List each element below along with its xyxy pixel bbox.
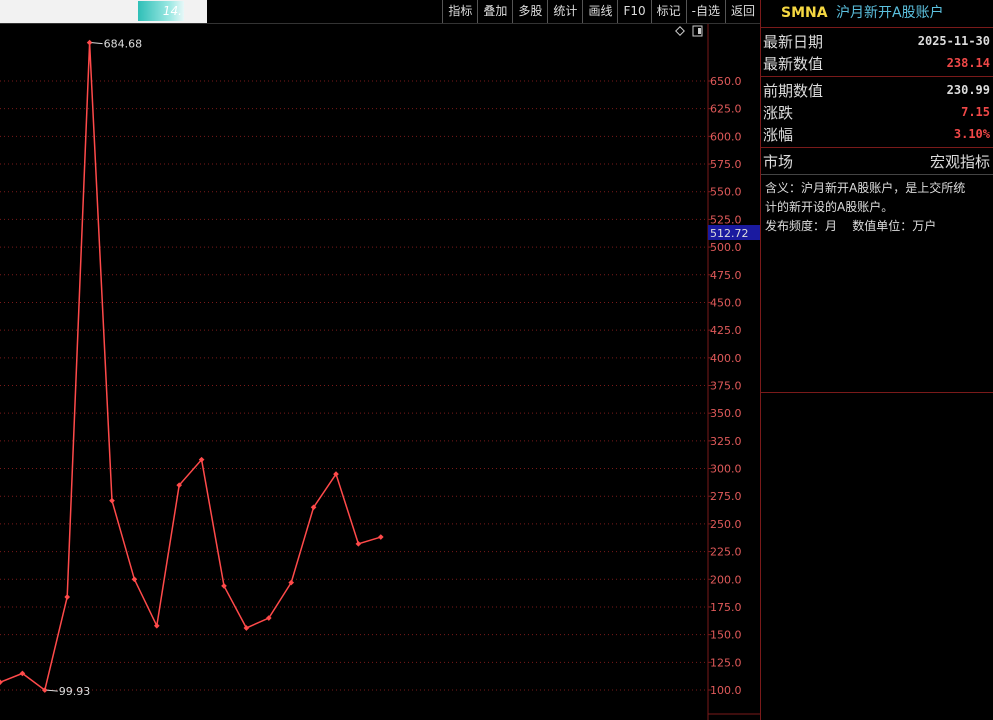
indicator-button[interactable]: 指标: [442, 0, 477, 23]
panel-toggle-icon-inner: [698, 28, 701, 34]
description-line-2: 计的新开设的A股账户。: [765, 200, 894, 214]
y-tick-label: 100.0: [710, 684, 742, 697]
data-point[interactable]: [131, 576, 138, 583]
y-tick-label: 500.0: [710, 241, 742, 254]
diamond-icon[interactable]: [675, 26, 685, 36]
latest-date-value: 2025-11-30: [917, 34, 990, 48]
data-point[interactable]: [153, 622, 160, 629]
change-section: 前期数值 230.99 涨跌 7.15 涨幅 3.10%: [761, 77, 993, 148]
y-tick-label: 325.0: [710, 435, 742, 448]
y-tick-label: 375.0: [710, 380, 742, 393]
remove-watchlist-button[interactable]: -自选: [685, 0, 725, 23]
y-tick-label: 150.0: [710, 629, 742, 642]
y-tick-label: 275.0: [710, 490, 742, 503]
change-value: 7.15: [961, 105, 990, 119]
y-tick-label: 475.0: [710, 269, 742, 282]
latest-value-row: 最新数值 238.14: [761, 52, 993, 74]
toolbar-buttons: 指标 叠加 多股 统计 画线 F10 标记 -自选 返回: [442, 0, 760, 23]
prev-value-label: 前期数值: [763, 81, 824, 100]
data-point[interactable]: [86, 39, 93, 46]
y-tick-label: 400.0: [710, 352, 742, 365]
data-point[interactable]: [243, 625, 250, 631]
latest-section: 最新日期 2025-11-30 最新数值 238.14: [761, 28, 993, 77]
prev-value-row: 前期数值 230.99: [761, 79, 993, 101]
y-tick-label: 300.0: [710, 463, 742, 476]
change-pct-value: 3.10%: [953, 127, 990, 141]
prev-value: 230.99: [946, 83, 990, 97]
indicator-name: 沪月新开A股账户: [836, 5, 944, 21]
f10-button[interactable]: F10: [617, 0, 650, 23]
latest-value: 238.14: [946, 56, 990, 70]
y-tick-label: 200.0: [710, 573, 742, 586]
data-point[interactable]: [377, 534, 384, 540]
y-tick-label: 125.0: [710, 656, 742, 669]
data-point[interactable]: [64, 594, 71, 600]
description: 含义：沪月新开A股账户，是上交所统 计的新开设的A股账户。 发布频度：月 数值单…: [761, 175, 993, 240]
panel-title: SMNA 沪月新开A股账户: [761, 0, 993, 28]
y-tick-label: 425.0: [710, 324, 742, 337]
overlay-button[interactable]: 叠加: [477, 0, 512, 23]
max-label: 684.68: [104, 38, 143, 51]
market-value: 宏观指标: [929, 152, 990, 171]
min-label: 99.93: [59, 685, 91, 698]
mark-button[interactable]: 标记: [650, 0, 686, 23]
info-panel: SMNA 沪月新开A股账户 最新日期 2025-11-30 最新数值 238.1…: [760, 0, 993, 720]
draw-line-button[interactable]: 画线: [582, 0, 617, 23]
data-point[interactable]: [0, 679, 3, 686]
data-point[interactable]: [355, 541, 362, 547]
change-pct-label: 涨幅: [763, 125, 794, 144]
change-row: 涨跌 7.15: [761, 101, 993, 123]
y-tick-label: 250.0: [710, 518, 742, 531]
statistics-button[interactable]: 统计: [547, 0, 582, 23]
data-point[interactable]: [109, 497, 115, 504]
back-button[interactable]: 返回: [724, 0, 760, 23]
y-tick-label: 225.0: [710, 546, 742, 559]
toolbar: 14. 指标 叠加 多股 统计 画线 F10 标记 -自选 返回: [0, 0, 760, 24]
line-chart[interactable]: 100.0 125.0 150.0 175.0 200.0 225.0 250.0 275.0…: [0, 24, 760, 720]
description-block: 含义：沪月新开A股账户，是上交所统 计的新开设的A股账户。 发布频度：月 数值单…: [761, 175, 993, 393]
y-tick-label: 650.0: [710, 75, 742, 88]
y-tick-label: 350.0: [710, 407, 742, 420]
tab-value[interactable]: 14.: [138, 1, 184, 21]
y-tick-label: 525.0: [710, 213, 742, 226]
market-label: 市场: [763, 152, 794, 171]
indicator-code: SMNA: [781, 5, 828, 21]
y-tick-label: 550.0: [710, 186, 742, 199]
cursor-value: 512.72: [710, 227, 749, 240]
latest-date-label: 最新日期: [763, 32, 824, 51]
description-line-1: 含义：沪月新开A股账户，是上交所统: [765, 181, 966, 195]
y-tick-label: 575.0: [710, 158, 742, 171]
data-point[interactable]: [221, 583, 227, 589]
y-tick-label: 600.0: [710, 130, 742, 143]
change-pct-row: 涨幅 3.10%: [761, 123, 993, 145]
latest-date-row: 最新日期 2025-11-30: [761, 30, 993, 52]
series-line: [0, 42, 382, 692]
y-tick-label: 175.0: [710, 601, 742, 614]
multi-stock-button[interactable]: 多股: [512, 0, 547, 23]
tab-strip: 14.: [0, 0, 207, 23]
market-section: 市场 宏观指标: [761, 148, 993, 175]
market-row: 市场 宏观指标: [761, 150, 993, 172]
max-label-pointer: [91, 42, 103, 45]
latest-value-label: 最新数值: [763, 54, 824, 73]
chart-canvas[interactable]: 100.0 125.0 150.0 175.0 200.0 225.0 250.0 275.0…: [0, 24, 760, 720]
description-line-3: 发布频度：月 数值单位：万户: [765, 219, 937, 233]
y-tick-label: 625.0: [710, 103, 742, 116]
y-tick-label: 450.0: [710, 296, 742, 309]
change-label: 涨跌: [763, 103, 794, 122]
